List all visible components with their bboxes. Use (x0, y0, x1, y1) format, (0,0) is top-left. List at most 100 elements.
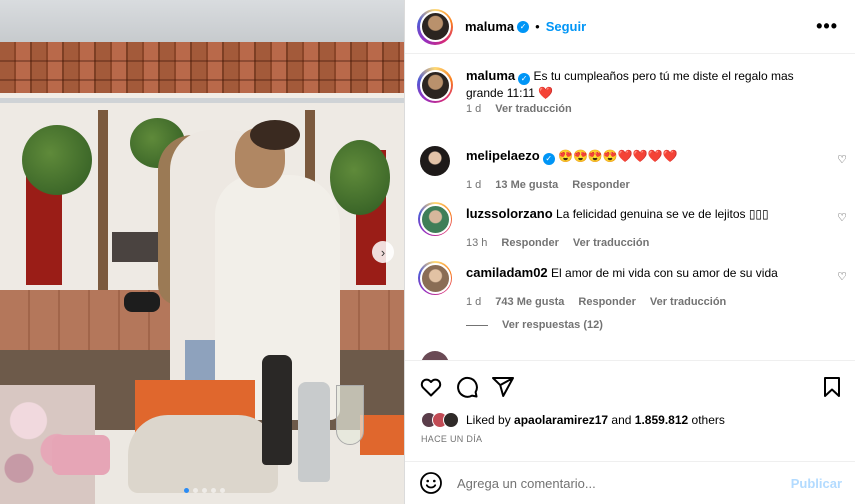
avatar[interactable] (417, 8, 453, 45)
comment-text: 😍😍😍😍❤️❤️❤️❤️ (558, 149, 678, 163)
media-gift-box (360, 415, 404, 455)
caption-time: 1 d (466, 103, 482, 115)
avatar-image (420, 146, 450, 176)
avatar-image (419, 203, 451, 235)
replies-line (466, 324, 488, 326)
comments-list[interactable]: maluma ✓ Es tu cumpleaños pero tú me dist… (405, 55, 855, 360)
liker-avatar (443, 412, 459, 428)
caption-meta: 1 d Ver traducción (466, 103, 847, 115)
reply-link[interactable]: Responder (501, 237, 558, 249)
comment-item: camiladam02 El amor de mi vida con su am… (417, 260, 847, 308)
add-comment-bar: Publicar (405, 461, 855, 504)
avatar[interactable] (417, 201, 453, 237)
verified-badge-icon: ✓ (518, 73, 531, 85)
carousel-dots (184, 488, 225, 493)
translate-link[interactable]: Ver traducción (495, 103, 571, 115)
follow-button[interactable]: Seguir (546, 19, 586, 34)
carousel-dot (211, 488, 216, 493)
view-replies-button[interactable]: Ver respuestas (12) (466, 319, 603, 331)
carousel-dot (193, 488, 198, 493)
avatar[interactable] (417, 143, 453, 179)
likes-summary[interactable]: Liked by apaolaramirez17 and 1.859.812 o… (421, 412, 725, 428)
likes-count[interactable]: 1.859.812 (635, 413, 688, 427)
avatar-image (419, 11, 451, 42)
comment-text: El amor de mi vida con su amor de su vid… (551, 266, 778, 280)
media-bag (128, 415, 278, 493)
comment-meta: 1 d 743 Me gusta Responder Ver traducció… (466, 296, 847, 308)
comment-text-block: melipelaezo ✓ 😍😍😍😍❤️❤️❤️❤️ (466, 147, 816, 179)
carousel-next-button[interactable]: › (372, 241, 394, 263)
translate-link[interactable]: Ver traducción (650, 296, 726, 308)
posted-ago[interactable]: HACE UN DÍA (421, 434, 482, 444)
avatar[interactable] (421, 351, 449, 360)
bookmark-icon[interactable] (820, 375, 844, 399)
verified-badge-icon: ✓ (542, 153, 555, 165)
avatar-image (419, 69, 451, 101)
comment-like-heart-icon[interactable]: ♡ (837, 153, 847, 166)
carousel-dot (184, 488, 189, 493)
comment-item: melipelaezo ✓ 😍😍😍😍❤️❤️❤️❤️ 1 d 13 Me gust… (417, 143, 847, 191)
comment-like-heart-icon[interactable]: ♡ (837, 211, 847, 224)
carousel-dot (220, 488, 225, 493)
likes-text: Liked by apaolaramirez17 and 1.859.812 o… (466, 413, 725, 427)
author-username[interactable]: maluma (465, 19, 514, 34)
smiley-icon[interactable] (419, 471, 443, 495)
chevron-right-icon: › (380, 244, 386, 260)
media-bench (112, 232, 162, 262)
carousel-dot (202, 488, 207, 493)
comment-meta: 13 h Responder Ver traducción (466, 237, 847, 249)
media-plant (330, 140, 390, 215)
heart-outline-icon[interactable] (419, 375, 443, 399)
comment-input[interactable] (457, 475, 777, 491)
paper-plane-icon[interactable] (491, 375, 515, 399)
publish-button[interactable]: Publicar (791, 476, 842, 491)
translate-link[interactable]: Ver traducción (573, 237, 649, 249)
post-side-panel: maluma ✓ • Seguir ••• maluma ✓ Es tu cump… (404, 0, 855, 504)
media-bottle (262, 355, 292, 465)
comment-time: 1 d (466, 179, 482, 191)
caption: maluma ✓ Es tu cumpleaños pero tú me dist… (417, 67, 847, 115)
media-post (98, 110, 108, 310)
reply-link[interactable]: Responder (572, 179, 629, 191)
separator: • (535, 19, 540, 34)
media-roof (0, 42, 404, 98)
likes-suffix: others (688, 413, 725, 427)
likes-user-link[interactable]: apaolaramirez17 (514, 413, 608, 427)
view-replies-label: Ver respuestas (12) (502, 319, 603, 331)
likes-mid: and (608, 413, 635, 427)
comment-like-heart-icon[interactable]: ♡ (837, 270, 847, 283)
reply-link[interactable]: Responder (578, 296, 635, 308)
media-pink-bag (52, 435, 110, 475)
comment-username[interactable]: luzssolorzano (466, 206, 553, 221)
avatar-ring (418, 202, 452, 236)
comment-meta: 1 d 13 Me gusta Responder (466, 179, 847, 191)
comment-item: luzssolorzano La felicidad genuina se ve… (417, 201, 847, 249)
caption-username[interactable]: maluma (466, 68, 515, 83)
media-speaker (124, 292, 160, 312)
avatar-image (419, 262, 451, 294)
speech-bubble-icon[interactable] (455, 375, 479, 399)
comment-username[interactable]: camiladam02 (466, 265, 548, 280)
more-options-icon[interactable]: ••• (816, 16, 838, 37)
post-media[interactable]: › (0, 0, 404, 504)
comment-time: 1 d (466, 296, 482, 308)
comment-text: La felicidad genuina se ve de lejitos ▯▯… (556, 207, 769, 221)
media-bottle (298, 382, 330, 482)
comment-text-block: luzssolorzano La felicidad genuina se ve… (466, 205, 816, 237)
avatar-ring (418, 261, 452, 295)
verified-badge-icon: ✓ (517, 20, 530, 33)
media-plant (22, 125, 92, 195)
comment-likes[interactable]: 13 Me gusta (495, 179, 558, 191)
post-header: maluma ✓ • Seguir ••• (405, 0, 855, 54)
avatar[interactable] (417, 67, 453, 103)
media-glass (336, 385, 364, 445)
likes-prefix: Liked by (466, 413, 515, 427)
avatar[interactable] (417, 260, 453, 296)
comment-text-block: camiladam02 El amor de mi vida con su am… (466, 264, 816, 296)
comment-likes[interactable]: 743 Me gusta (495, 296, 564, 308)
action-bar (405, 360, 855, 412)
media-person-hair (250, 120, 300, 150)
caption-text-block: maluma ✓ Es tu cumpleaños pero tú me dist… (466, 67, 816, 103)
comment-username[interactable]: melipelaezo (466, 148, 540, 163)
comment-time: 13 h (466, 237, 488, 249)
